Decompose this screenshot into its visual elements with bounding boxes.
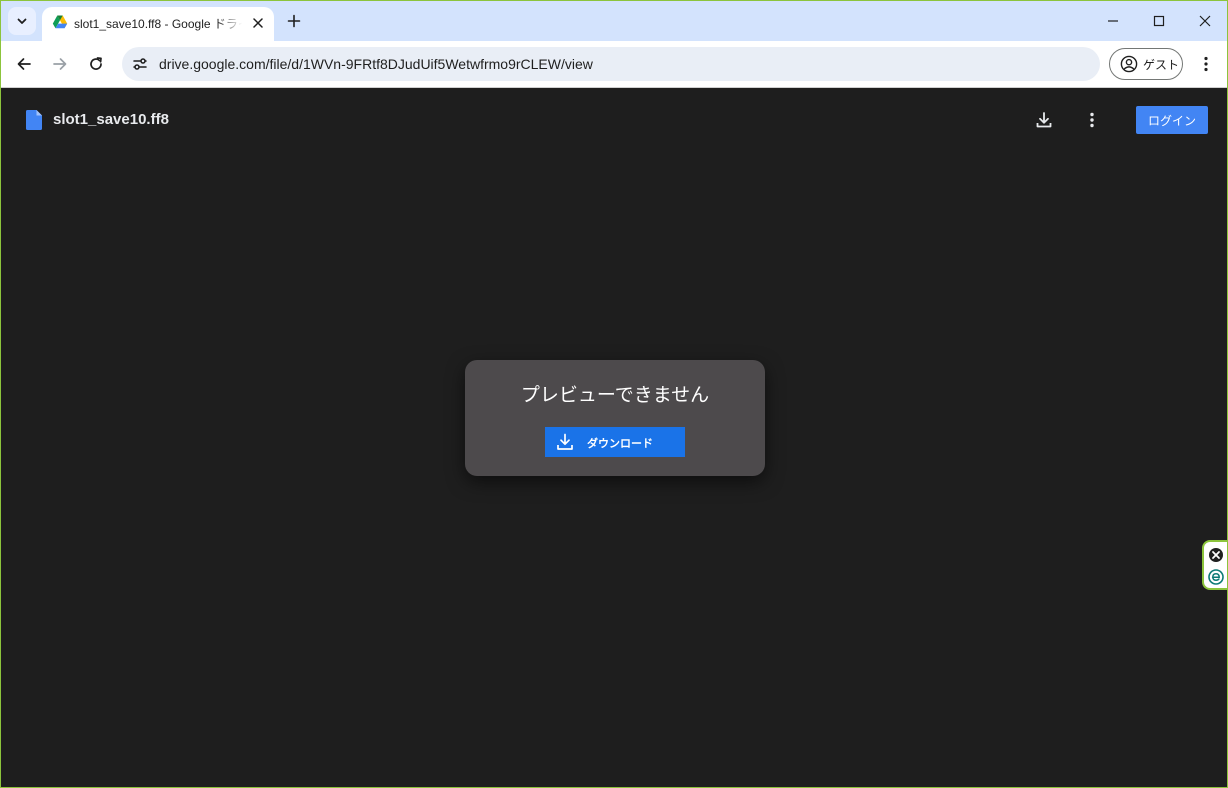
file-name: slot1_save10.ff8 bbox=[53, 111, 169, 128]
browser-menu-button[interactable] bbox=[1194, 50, 1218, 78]
forward-button[interactable] bbox=[46, 50, 74, 78]
close-icon bbox=[1199, 15, 1211, 27]
tune-icon bbox=[133, 58, 147, 70]
url-text: drive.google.com/file/d/1WVn-9FRtf8DJudU… bbox=[159, 56, 593, 72]
account-circle-icon bbox=[1120, 55, 1138, 73]
maximize-icon bbox=[1153, 15, 1165, 27]
new-tab-button[interactable] bbox=[282, 9, 306, 33]
dialog-download-button[interactable]: ダウンロード bbox=[545, 427, 685, 457]
dialog-download-label: ダウンロード bbox=[587, 438, 653, 450]
back-button[interactable] bbox=[10, 50, 38, 78]
tab-title: slot1_save10.ff8 - Google ドライブ bbox=[74, 17, 242, 31]
tab-close-button[interactable] bbox=[248, 13, 268, 33]
more-actions-button[interactable] bbox=[1080, 108, 1104, 132]
download-button[interactable] bbox=[1032, 108, 1056, 132]
site-info-button[interactable] bbox=[128, 52, 152, 76]
profile-button[interactable]: ゲスト bbox=[1109, 48, 1183, 80]
profile-label: ゲスト bbox=[1143, 57, 1180, 72]
tab-search-button[interactable] bbox=[8, 7, 36, 35]
preview-unavailable-dialog: プレビューできません ダウンロード bbox=[465, 360, 765, 476]
extension-logo-icon[interactable] bbox=[1208, 569, 1224, 585]
minimize-icon bbox=[1108, 20, 1118, 22]
reload-icon bbox=[90, 57, 102, 70]
tab-strip: slot1_save10.ff8 - Google ドライブ bbox=[1, 1, 1227, 41]
plus-icon bbox=[287, 14, 301, 28]
preview-unavailable-message: プレビューできません bbox=[520, 385, 710, 406]
tab-active[interactable]: slot1_save10.ff8 - Google ドライブ bbox=[42, 7, 274, 41]
arrow-left-icon bbox=[17, 58, 31, 70]
login-button[interactable]: ログイン bbox=[1136, 106, 1208, 134]
browser-toolbar: drive.google.com/file/d/1WVn-9FRtf8DJudU… bbox=[1, 41, 1227, 88]
download-icon bbox=[1036, 112, 1052, 128]
reload-button[interactable] bbox=[82, 50, 110, 78]
close-icon bbox=[253, 18, 263, 28]
address-bar[interactable]: drive.google.com/file/d/1WVn-9FRtf8DJudU… bbox=[122, 47, 1100, 81]
more-vert-icon bbox=[1204, 56, 1208, 72]
more-vert-icon bbox=[1090, 112, 1094, 128]
close-circle-icon[interactable] bbox=[1208, 547, 1224, 563]
drive-file-viewer: slot1_save10.ff8 ログイン プレビューできません ダウンロード bbox=[1, 88, 1227, 787]
document-icon bbox=[26, 110, 42, 130]
arrow-right-icon bbox=[53, 58, 67, 70]
window-close-button[interactable] bbox=[1182, 1, 1227, 41]
google-drive-icon bbox=[52, 15, 68, 29]
extension-side-widget bbox=[1202, 540, 1227, 590]
download-icon bbox=[557, 433, 573, 450]
maximize-button[interactable] bbox=[1136, 1, 1182, 41]
browser-window: slot1_save10.ff8 - Google ドライブ bbox=[0, 0, 1228, 788]
chevron-down-icon bbox=[17, 18, 27, 24]
minimize-button[interactable] bbox=[1090, 1, 1136, 41]
